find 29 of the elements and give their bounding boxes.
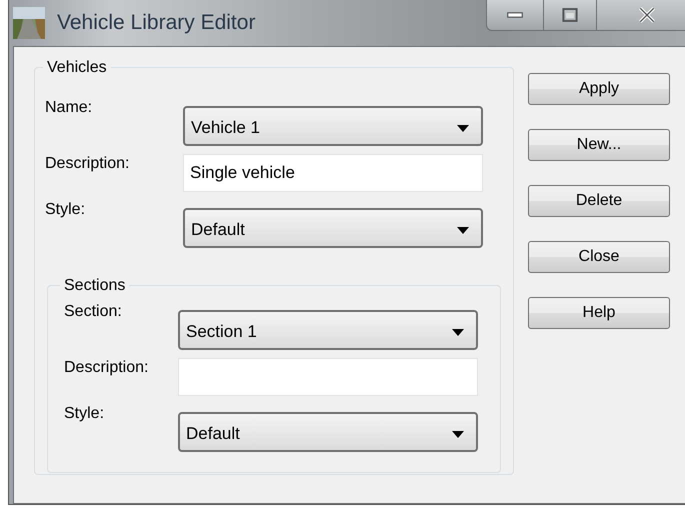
input-field[interactable]: Single vehicle	[183, 154, 483, 192]
dialog-button[interactable]: Delete	[528, 185, 670, 217]
close-button[interactable]	[597, 0, 685, 31]
field-label: Style:	[45, 200, 86, 220]
maximize-icon	[562, 8, 578, 22]
maximize-button[interactable]	[544, 0, 597, 31]
minimize-button[interactable]	[486, 0, 544, 31]
window-title: Vehicle Library Editor	[57, 11, 256, 35]
field-label: Name:	[45, 98, 94, 118]
dropdown[interactable]: Section 1	[178, 310, 478, 350]
field-label: Style:	[64, 404, 106, 424]
field-label: Description:	[64, 358, 150, 378]
dropdown[interactable]: Vehicle 1	[183, 106, 483, 146]
caret-icon	[457, 226, 469, 234]
dropdown[interactable]: Default	[178, 412, 478, 452]
input-field[interactable]	[178, 358, 478, 396]
caret-icon	[452, 328, 464, 336]
caret-icon	[457, 124, 469, 132]
caret-icon	[452, 430, 464, 438]
dialog-button[interactable]: Close	[528, 241, 670, 273]
close-icon	[639, 7, 655, 23]
minimize-icon	[507, 12, 523, 18]
dialog-button[interactable]: Apply	[528, 73, 670, 105]
field-label: Section:	[64, 302, 123, 322]
dialog-button[interactable]: New...	[528, 129, 670, 161]
dialog-button[interactable]: Help	[528, 297, 670, 329]
road-icon	[13, 7, 45, 39]
dropdown[interactable]: Default	[183, 208, 483, 248]
field-label: Description:	[45, 154, 130, 174]
